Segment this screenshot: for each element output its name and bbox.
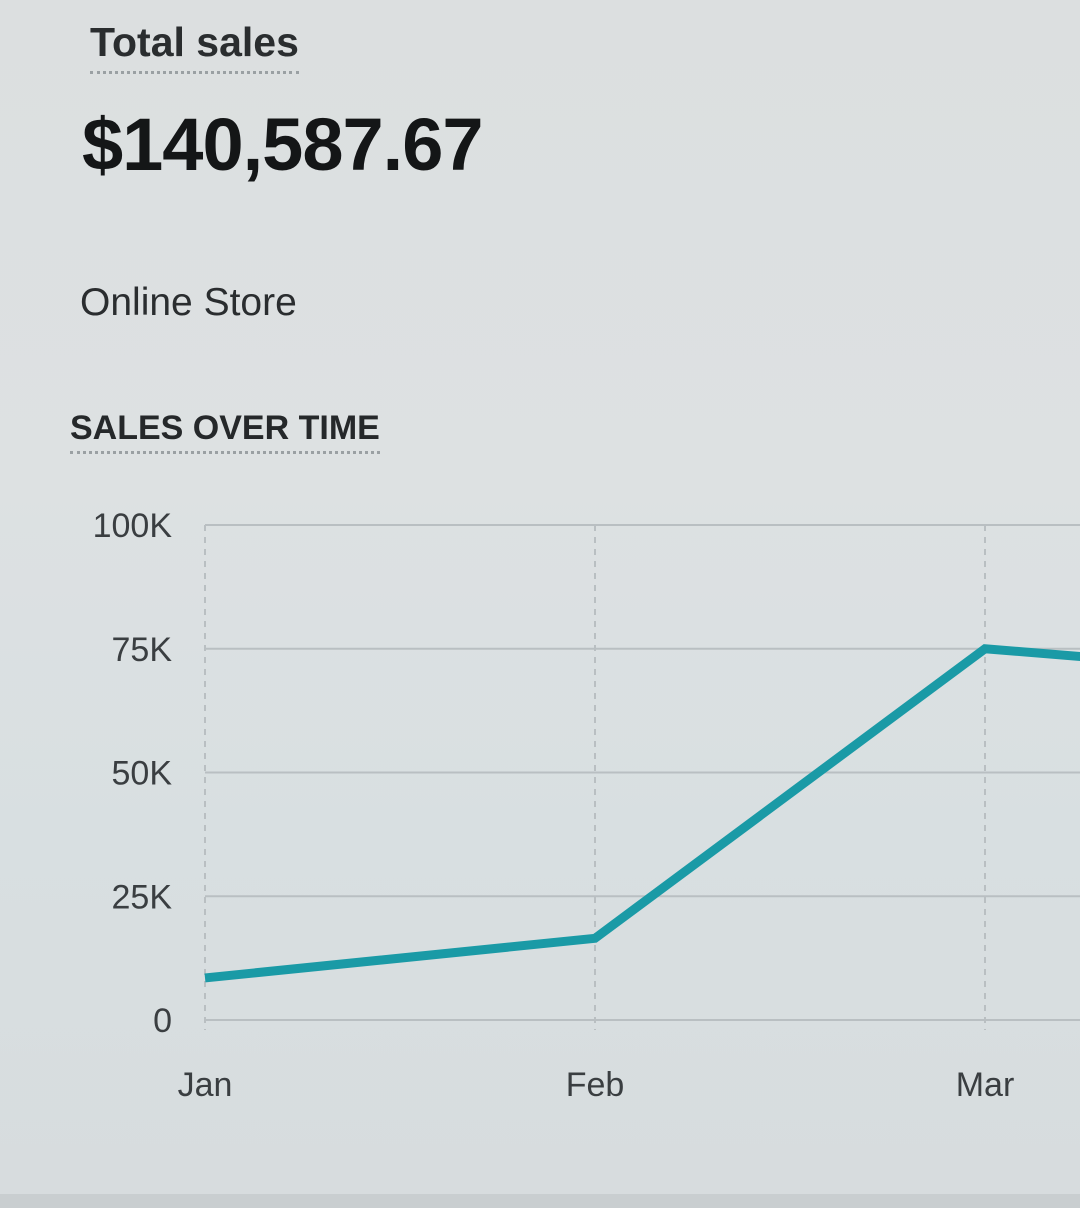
sales-series-line bbox=[204, 644, 1080, 983]
x-tick-label: Jan bbox=[178, 1066, 233, 1104]
y-tick-label: 0 bbox=[153, 1002, 172, 1040]
x-tick-label: Feb bbox=[566, 1066, 625, 1104]
y-tick-label: 25K bbox=[112, 878, 173, 916]
card-bottom-edge bbox=[0, 1194, 1080, 1208]
total-sales-label[interactable]: Total sales bbox=[90, 19, 299, 75]
sales-card: Total sales $140,587.67 Online Store SAL… bbox=[0, 0, 1080, 1208]
y-tick-label: 75K bbox=[112, 631, 173, 669]
channel-label: Online Store bbox=[80, 281, 297, 324]
x-tick-label: Mar bbox=[956, 1066, 1015, 1104]
sales-line-chart: 0 25K 50K 75K 100K Jan Feb Mar bbox=[93, 507, 1080, 1104]
total-sales-value: $140,587.67 bbox=[82, 103, 484, 186]
y-tick-label: 50K bbox=[112, 755, 173, 793]
sales-over-time-title[interactable]: SALES OVER TIME bbox=[70, 409, 380, 455]
y-tick-label: 100K bbox=[93, 507, 173, 545]
